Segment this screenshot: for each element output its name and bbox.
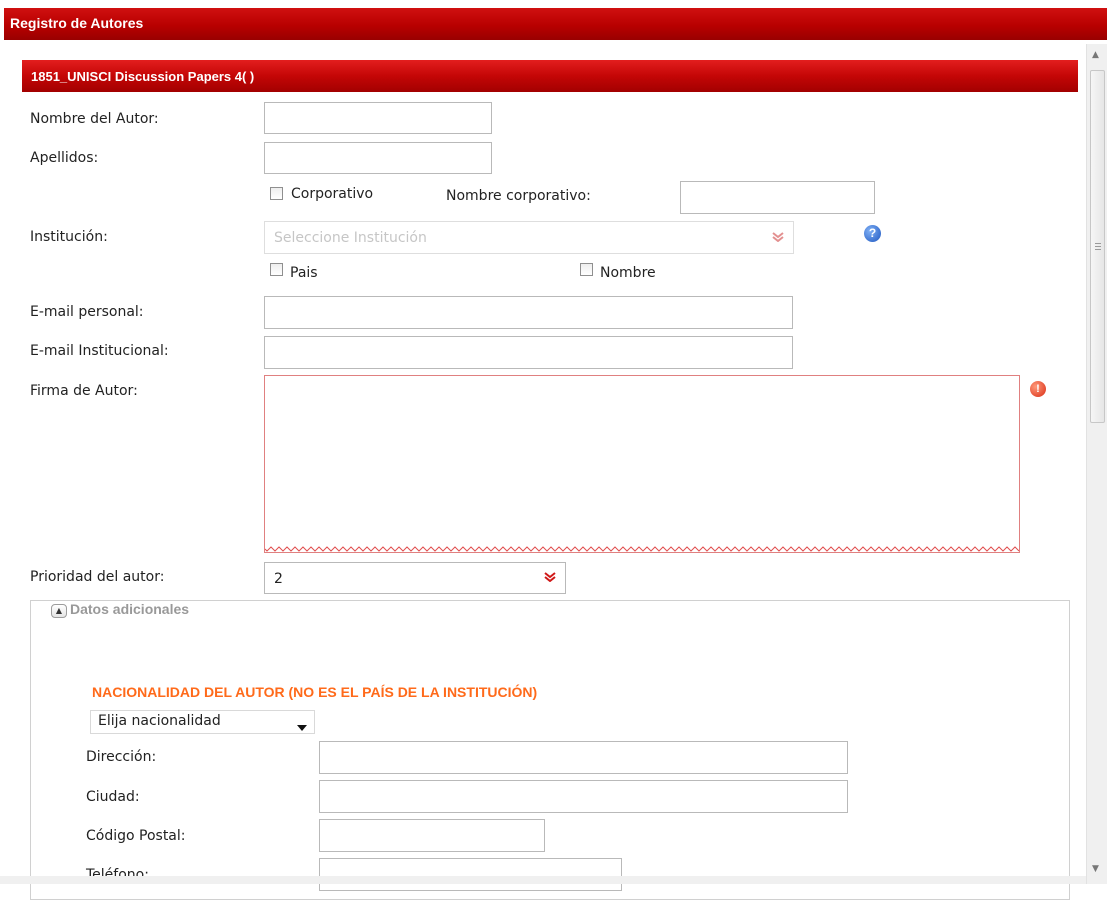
nacionalidad-heading: NACIONALIDAD DEL AUTOR (NO ES EL PAÍS DE…	[92, 684, 538, 700]
nombre-autor-label: Nombre del Autor:	[30, 111, 159, 127]
firma-autor-label: Firma de Autor:	[30, 383, 138, 399]
codigo-postal-label: Código Postal:	[86, 828, 186, 844]
institucion-placeholder: Seleccione Institución	[274, 230, 427, 246]
help-icon[interactable]: ?	[864, 225, 881, 242]
caret-down-icon	[297, 719, 307, 735]
direccion-input[interactable]	[319, 741, 848, 774]
nombre-autor-input[interactable]	[264, 102, 492, 134]
datos-adicionales-legend: Datos adicionales	[46, 601, 194, 617]
apellidos-label: Apellidos:	[30, 150, 99, 166]
scroll-down-icon[interactable]: ▼	[1092, 864, 1099, 874]
scroll-up-icon[interactable]: ▲	[1092, 50, 1099, 60]
email-institucional-label: E-mail Institucional:	[30, 343, 169, 359]
firma-autor-textarea[interactable]	[264, 375, 1020, 553]
direccion-label: Dirección:	[86, 749, 157, 765]
window-bottom-edge	[0, 876, 1107, 884]
telefono-input[interactable]	[319, 858, 622, 891]
ciudad-label: Ciudad:	[86, 789, 140, 805]
corporativo-checkbox[interactable]	[270, 187, 283, 200]
chevron-down-icon[interactable]	[770, 230, 786, 246]
grip-line	[1095, 249, 1101, 250]
grip-line	[1095, 243, 1101, 244]
nacionalidad-select[interactable]: Elija nacionalidad	[90, 710, 315, 734]
panel-title: 1851_UNISCI Discussion Papers 4( )	[31, 69, 255, 84]
institucion-select[interactable]: Seleccione Institución	[264, 221, 794, 254]
panel-header: 1851_UNISCI Discussion Papers 4( )	[22, 60, 1078, 92]
nombre-check-label: Nombre	[600, 265, 656, 281]
email-personal-input[interactable]	[264, 296, 793, 329]
error-icon: !	[1030, 381, 1046, 397]
nombre-corporativo-input[interactable]	[680, 181, 875, 214]
ciudad-input[interactable]	[319, 780, 848, 813]
pais-checkbox[interactable]	[270, 263, 283, 276]
scrollbar-thumb[interactable]	[1090, 70, 1105, 423]
email-personal-label: E-mail personal:	[30, 304, 144, 320]
prioridad-label: Prioridad del autor:	[30, 569, 165, 585]
codigo-postal-input[interactable]	[319, 819, 545, 852]
window-title: Registro de Autores	[10, 15, 144, 31]
chevron-down-icon[interactable]	[542, 570, 558, 586]
corporativo-label: Corporativo	[291, 186, 374, 202]
vertical-scrollbar[interactable]: ▲ ▼	[1086, 44, 1107, 884]
window-title-background: Registro de Autores	[4, 8, 1107, 40]
pais-label: Pais	[290, 265, 318, 281]
nombre-corporativo-label: Nombre corporativo:	[446, 188, 591, 204]
nombre-checkbox[interactable]	[580, 263, 593, 276]
grip-line	[1095, 246, 1101, 247]
institucion-label: Institución:	[30, 229, 108, 245]
apellidos-input[interactable]	[264, 142, 492, 174]
window-title-bar: Registro de Autores	[0, 0, 1107, 44]
email-institucional-input[interactable]	[264, 336, 793, 369]
prioridad-select[interactable]: 2	[264, 562, 566, 594]
collapse-toggle-icon[interactable]: ▲	[51, 604, 67, 618]
prioridad-value: 2	[274, 571, 283, 587]
invalid-underline	[265, 546, 1019, 552]
nacionalidad-value: Elija nacionalidad	[98, 713, 221, 729]
